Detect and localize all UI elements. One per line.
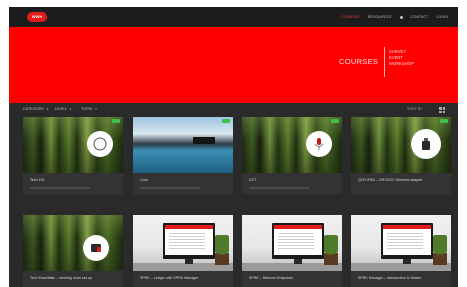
filter-topic[interactable]: TOPIC ▼ (81, 107, 98, 111)
plant-image (215, 235, 229, 265)
monitor-image (381, 223, 433, 259)
sort-dropdown[interactable]: SORT BY (407, 107, 423, 111)
course-card[interactable]: SPRK Manager – Introduction to Maxim (351, 215, 451, 287)
course-thumbnail (133, 215, 233, 271)
new-badge (440, 119, 448, 123)
new-badge (222, 119, 230, 123)
course-meta-line (30, 187, 90, 189)
nav-item-courses[interactable]: COURSES (341, 15, 359, 19)
filter-category[interactable]: CATEGORY ▼ (23, 107, 49, 111)
filter-label: CATEGORY (23, 107, 44, 111)
chevron-down-icon: ▼ (45, 107, 49, 111)
hero-tag-list: SURVEY EVENT WORKSHOP (389, 49, 414, 66)
hero-banner: COURSES SURVEY EVENT WORKSHOP (9, 27, 458, 103)
nav-separator-dot (399, 15, 403, 19)
nav-links: COURSES RESOURCES CONTACT LOGIN (341, 7, 448, 27)
course-title: DCT (249, 178, 257, 182)
course-title: QCR IPAD – DRYDOC Wireless adapter (358, 178, 423, 182)
nav-item-resources[interactable]: RESOURCES (368, 15, 392, 19)
top-navigation: WWH COURSES RESOURCES CONTACT LOGIN (9, 7, 458, 27)
nav-item-login[interactable]: LOGIN (436, 15, 448, 19)
course-title: Tech 101 (30, 178, 45, 182)
filter-level[interactable]: LEVEL ▼ (55, 107, 72, 111)
filter-label: LEVEL (55, 107, 67, 111)
course-card[interactable]: SPRK – Ledger with SPRK Manager (133, 215, 233, 287)
hero-tag: EVENT (389, 55, 403, 60)
brand-logo[interactable]: WWH (27, 12, 47, 22)
compass-icon (93, 137, 107, 151)
hero-tag: WORKSHOP (389, 61, 414, 66)
chevron-down-icon: ▼ (68, 107, 72, 111)
monitor-stand (403, 259, 411, 264)
monitor-image (163, 223, 215, 259)
course-thumbnail (242, 117, 342, 173)
hero-tag: SURVEY (389, 49, 407, 54)
wireless-adapter-icon (422, 138, 430, 150)
course-thumbnail (242, 215, 342, 271)
monitor-image (272, 223, 324, 259)
course-title: SPRK Manager – Introduction to Maxim (358, 276, 422, 280)
monitor-stand (185, 259, 193, 264)
course-icon-circle (83, 235, 109, 261)
course-title: SPRK – Ledger with SPRK Manager (140, 276, 199, 280)
device-image (193, 137, 215, 144)
course-thumbnail (351, 215, 451, 271)
plant-image (433, 235, 447, 265)
new-badge (331, 119, 339, 123)
course-card[interactable]: QCR IPAD – DRYDOC Wireless adapter (351, 117, 451, 194)
grid-view-icon[interactable] (439, 107, 445, 113)
course-thumbnail (351, 117, 451, 173)
monitor-stand (294, 259, 302, 264)
course-meta-line (249, 187, 309, 189)
plant-image (324, 235, 338, 265)
filter-label: TOPIC (81, 107, 93, 111)
course-card[interactable]: Core (133, 117, 233, 194)
chevron-down-icon: ▼ (94, 107, 98, 111)
hero-title: COURSES (339, 57, 379, 66)
meeting-room-icon (91, 244, 101, 252)
course-title: Core (140, 178, 148, 182)
course-title: SPRK – Network Endpoints (249, 276, 293, 280)
course-icon-circle (87, 131, 113, 157)
microphone-icon (314, 138, 324, 150)
hero-divider (384, 47, 385, 77)
new-badge (112, 119, 120, 123)
course-thumbnail (23, 117, 123, 173)
course-icon-circle (411, 129, 441, 159)
course-card[interactable]: SPRK – Network Endpoints (242, 215, 342, 287)
course-icon-circle (306, 131, 332, 157)
app-window: WWH COURSES RESOURCES CONTACT LOGIN COUR… (9, 7, 458, 287)
course-thumbnail (23, 215, 123, 271)
filter-bar: CATEGORY ▼ LEVEL ▼ TOPIC ▼ SORT BY (9, 103, 458, 117)
course-card[interactable]: Tech Essentials – meeting room set up (23, 215, 123, 287)
nav-item-contact[interactable]: CONTACT (411, 15, 429, 19)
course-meta-line (140, 187, 200, 189)
course-title: Tech Essentials – meeting room set up (30, 276, 92, 280)
course-thumbnail (133, 117, 233, 173)
course-card[interactable]: Tech 101 (23, 117, 123, 194)
course-card[interactable]: DCT (242, 117, 342, 194)
